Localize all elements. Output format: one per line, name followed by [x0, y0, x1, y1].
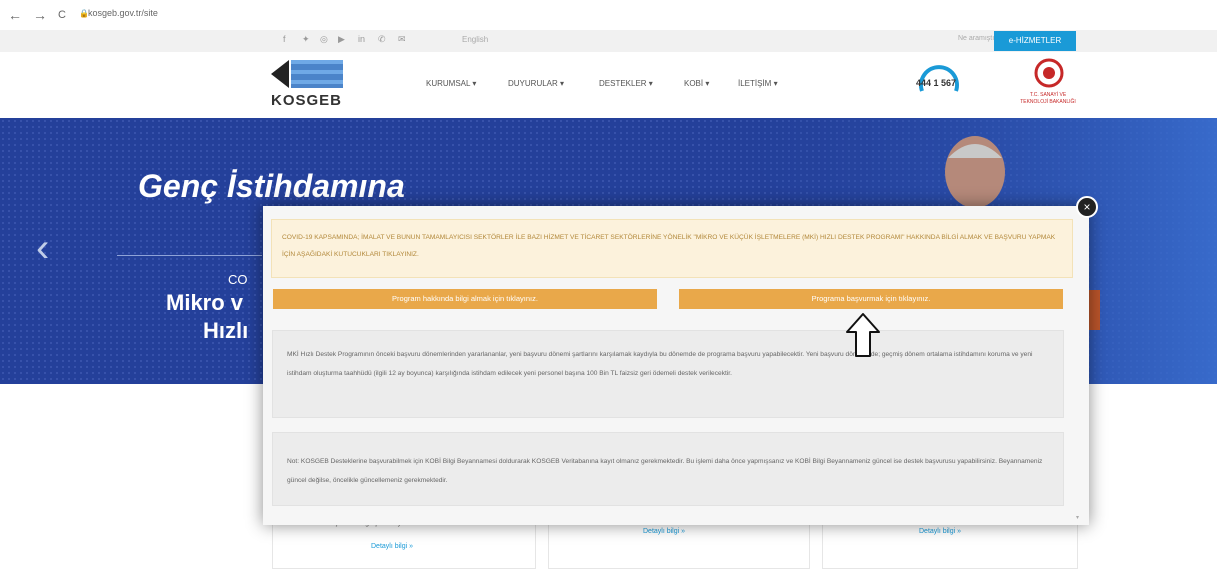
- nav-iletisim[interactable]: İLETİŞİM ▾: [738, 79, 778, 88]
- slider-prev-arrow[interactable]: ‹: [36, 226, 49, 271]
- card-3-link[interactable]: Detaylı bilgi »: [919, 528, 961, 535]
- language-link[interactable]: English: [462, 35, 488, 44]
- nav-duyurular[interactable]: DUYURULAR ▾: [508, 79, 564, 88]
- address-bar[interactable]: kosgeb.gov.tr/site: [88, 8, 158, 18]
- facebook-icon[interactable]: f: [283, 34, 286, 44]
- hero-subtitle-2: Mikro v: [166, 290, 244, 315]
- phone-icon[interactable]: ✆: [378, 34, 386, 45]
- forward-button[interactable]: →: [33, 7, 47, 23]
- info-text: MKİ Hızlı Destek Programının önceki başv…: [287, 351, 1033, 377]
- reload-button[interactable]: C: [58, 9, 66, 21]
- program-info-button[interactable]: Program hakkında bilgi almak için tıklay…: [273, 289, 657, 309]
- up-arrow-icon: [846, 313, 880, 357]
- ministry-seal-icon: [1034, 58, 1064, 88]
- nav-kobi[interactable]: KOBİ ▾: [684, 79, 709, 88]
- logo-text[interactable]: KOSGEB: [271, 92, 342, 109]
- hero-subtitle-1: CO: [228, 272, 248, 287]
- note-text: Not: KOSGEB Desteklerine başvurabilmek i…: [287, 458, 1043, 484]
- hero-title: Genç İstihdamına: [138, 168, 405, 204]
- browser-toolbar: [0, 0, 1217, 30]
- twitter-icon[interactable]: ✦: [302, 34, 310, 45]
- ministry-name: T.C. SANAYİ VE TEKNOLOJİ BAKANLIĞI: [1020, 92, 1076, 105]
- e-services-button[interactable]: e-HİZMETLER: [994, 31, 1076, 51]
- program-apply-button[interactable]: Programa başvurmak için tıklayınız.: [679, 289, 1063, 309]
- card-1-link[interactable]: Detaylı bilgi »: [371, 543, 413, 550]
- modal-scrollbar-arrow[interactable]: ▾: [1076, 514, 1079, 521]
- mail-icon[interactable]: ✉: [398, 34, 406, 45]
- notice-text: COVID-19 KAPSAMINDA; İMALAT VE BUNUN TAM…: [282, 234, 1056, 258]
- hero-divider: [117, 255, 262, 256]
- card-2-link[interactable]: Detaylı bilgi »: [643, 528, 685, 535]
- kosgeb-logo-icon[interactable]: [271, 56, 347, 92]
- nav-destekler[interactable]: DESTEKLER ▾: [599, 79, 653, 88]
- linkedin-icon[interactable]: in: [358, 34, 365, 44]
- back-button[interactable]: ←: [8, 7, 22, 23]
- close-icon[interactable]: ×: [1076, 196, 1098, 218]
- youtube-icon[interactable]: ▶: [338, 34, 345, 45]
- instagram-icon[interactable]: ◎: [320, 34, 328, 45]
- nav-kurumsal[interactable]: KURUMSAL ▾: [426, 79, 476, 88]
- hero-subtitle-3: Hızlı: [203, 318, 249, 343]
- call-center-number[interactable]: 444 1 567: [916, 78, 956, 88]
